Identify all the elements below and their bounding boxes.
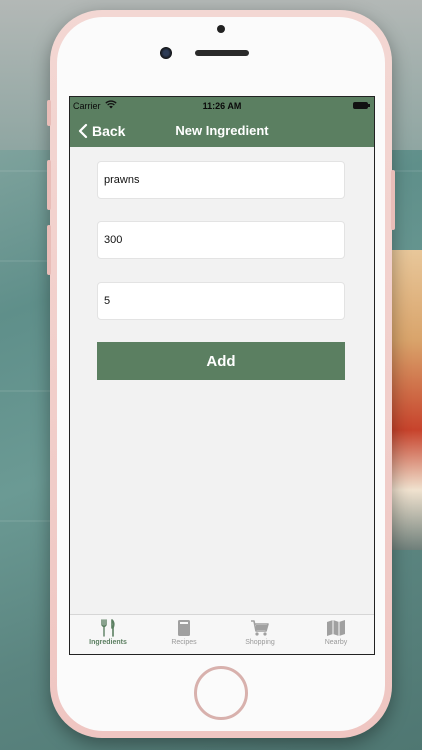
mute-switch xyxy=(47,100,51,126)
volume-up-button xyxy=(47,160,51,210)
cart-icon xyxy=(251,620,269,636)
back-button[interactable]: Back xyxy=(78,120,125,142)
map-icon xyxy=(327,620,345,636)
ingredient-amount-field[interactable] xyxy=(97,221,345,259)
volume-down-button xyxy=(47,225,51,275)
tab-label: Recipes xyxy=(171,639,197,646)
tab-label: Ingredients xyxy=(89,639,127,646)
navigation-bar: Back New Ingredient xyxy=(70,115,374,147)
earpiece-speaker xyxy=(195,50,249,56)
tab-nearby[interactable]: Nearby xyxy=(298,615,374,654)
status-bar: Carrier 11:26 AM xyxy=(70,97,374,115)
ingredient-name-field[interactable] xyxy=(97,161,345,199)
front-camera-icon xyxy=(160,47,172,59)
power-button xyxy=(391,170,395,230)
home-button[interactable] xyxy=(194,666,248,720)
fork-knife-icon xyxy=(101,619,115,637)
app-screen: Carrier 11:26 AM Back New Ingredient Add… xyxy=(69,96,375,655)
tab-shopping[interactable]: Shopping xyxy=(222,615,298,654)
tab-ingredients[interactable]: Ingredients xyxy=(70,615,146,654)
tab-recipes[interactable]: Recipes xyxy=(146,615,222,654)
chevron-left-icon xyxy=(78,123,88,139)
back-label: Back xyxy=(92,123,126,139)
tab-bar: Ingredients Recipes Shopping Nearby xyxy=(70,614,374,654)
status-time: 11:26 AM xyxy=(202,101,242,111)
tab-label: Shopping xyxy=(245,639,275,646)
book-icon xyxy=(178,620,190,636)
add-button[interactable]: Add xyxy=(97,342,345,380)
proximity-sensor xyxy=(217,25,225,33)
battery-icon xyxy=(353,102,370,109)
tab-label: Nearby xyxy=(324,639,348,646)
ingredient-quantity-field[interactable] xyxy=(97,282,345,320)
